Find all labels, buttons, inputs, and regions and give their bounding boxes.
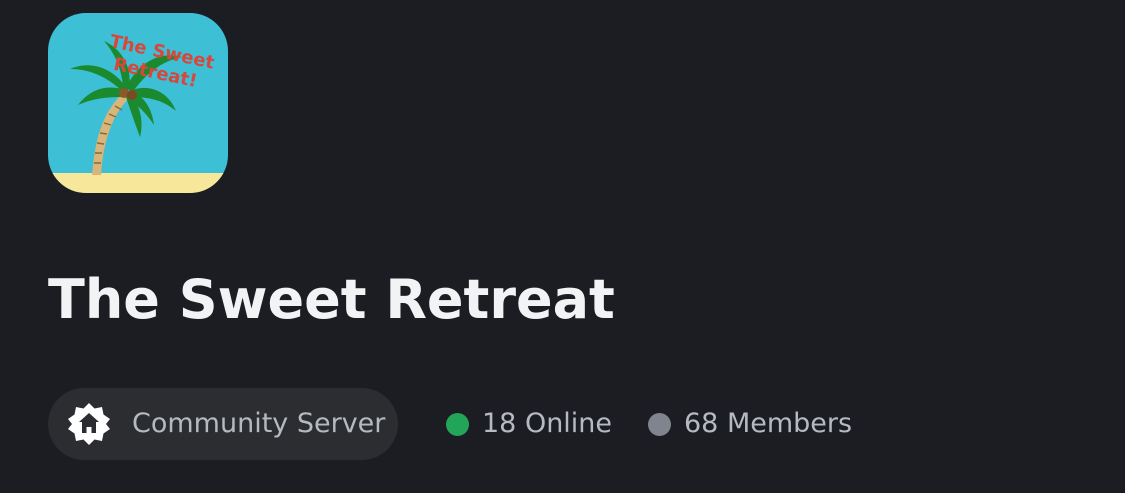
online-status-dot-icon — [446, 413, 469, 436]
community-server-badge[interactable]: Community Server — [48, 388, 398, 460]
member-count-label: 68 Members — [684, 408, 853, 439]
members-status-dot-icon — [648, 413, 671, 436]
community-server-label: Community Server — [132, 408, 386, 439]
server-name: The Sweet Retreat — [48, 268, 615, 331]
palm-tree-icon: The Sweet Retreat! — [48, 13, 228, 193]
community-server-icon — [68, 403, 110, 445]
server-icon[interactable]: The Sweet Retreat! — [48, 13, 228, 193]
online-count-label: 18 Online — [482, 408, 613, 439]
